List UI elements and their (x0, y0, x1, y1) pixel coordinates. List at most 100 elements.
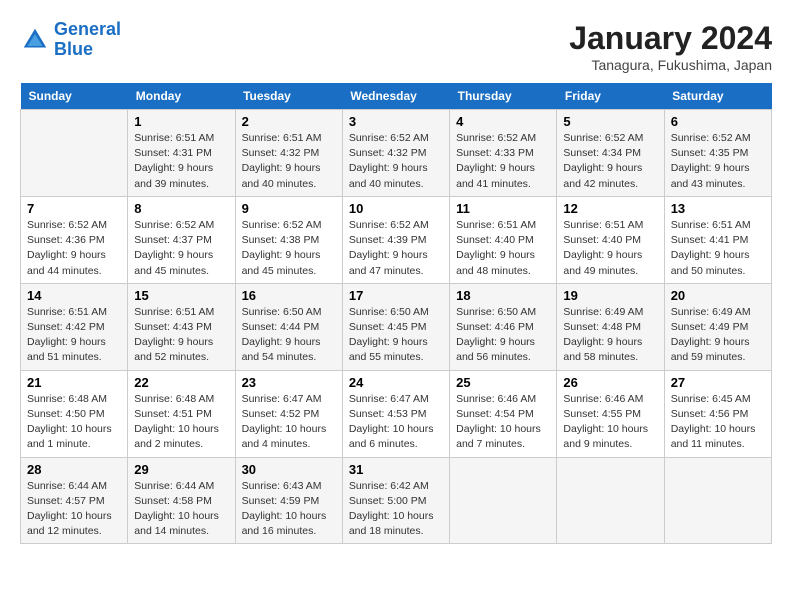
calendar-cell: 5 Sunrise: 6:52 AM Sunset: 4:34 PM Daylig… (557, 110, 664, 197)
day-info: Sunrise: 6:50 AM Sunset: 4:46 PM Dayligh… (456, 305, 550, 366)
day-info: Sunrise: 6:46 AM Sunset: 4:55 PM Dayligh… (563, 392, 657, 453)
week-row-4: 21Sunrise: 6:48 AM Sunset: 4:50 PM Dayli… (21, 370, 772, 457)
day-info: Sunrise: 6:50 AM Sunset: 4:44 PM Dayligh… (242, 305, 336, 366)
day-number: 2 (242, 114, 336, 129)
day-info: Sunrise: 6:52 AM Sunset: 4:32 PM Dayligh… (349, 131, 443, 192)
logo-line2: Blue (54, 39, 93, 59)
day-number: 28 (27, 462, 121, 477)
day-info: Sunrise: 6:44 AM Sunset: 4:58 PM Dayligh… (134, 479, 228, 540)
calendar-cell: 30 Sunrise: 6:43 AM Sunset: 4:59 PM Dayli… (235, 457, 342, 544)
day-info: Sunrise: 6:52 AM Sunset: 4:34 PM Dayligh… (563, 131, 657, 192)
day-header-friday: Friday (557, 83, 664, 110)
location: Tanagura, Fukushima, Japan (569, 57, 772, 73)
day-number: 22 (134, 375, 228, 390)
day-info: Sunrise: 6:49 AM Sunset: 4:49 PM Dayligh… (671, 305, 765, 366)
calendar-cell: 26 Sunrise: 6:46 AM Sunset: 4:55 PM Dayli… (557, 370, 664, 457)
calendar-cell: 9 Sunrise: 6:52 AM Sunset: 4:38 PM Daylig… (235, 196, 342, 283)
day-info: Sunrise: 6:51 AM Sunset: 4:32 PM Dayligh… (242, 131, 336, 192)
week-row-2: 7 Sunrise: 6:52 AM Sunset: 4:36 PM Daylig… (21, 196, 772, 283)
day-info: Sunrise: 6:52 AM Sunset: 4:35 PM Dayligh… (671, 131, 765, 192)
calendar-cell: 18 Sunrise: 6:50 AM Sunset: 4:46 PM Dayli… (450, 283, 557, 370)
calendar-cell: 27Sunrise: 6:45 AM Sunset: 4:56 PM Dayli… (664, 370, 771, 457)
week-row-5: 28 Sunrise: 6:44 AM Sunset: 4:57 PM Dayli… (21, 457, 772, 544)
day-header-saturday: Saturday (664, 83, 771, 110)
day-info: Sunrise: 6:51 AM Sunset: 4:31 PM Dayligh… (134, 131, 228, 192)
calendar-cell (450, 457, 557, 544)
calendar-cell: 29 Sunrise: 6:44 AM Sunset: 4:58 PM Dayli… (128, 457, 235, 544)
day-info: Sunrise: 6:51 AM Sunset: 4:41 PM Dayligh… (671, 218, 765, 279)
day-number: 9 (242, 201, 336, 216)
logo-icon (20, 25, 50, 55)
day-info: Sunrise: 6:52 AM Sunset: 4:36 PM Dayligh… (27, 218, 121, 279)
calendar-cell: 25Sunrise: 6:46 AM Sunset: 4:54 PM Dayli… (450, 370, 557, 457)
day-number: 17 (349, 288, 443, 303)
day-info: Sunrise: 6:52 AM Sunset: 4:33 PM Dayligh… (456, 131, 550, 192)
day-number: 26 (563, 375, 657, 390)
calendar-cell: 2 Sunrise: 6:51 AM Sunset: 4:32 PM Daylig… (235, 110, 342, 197)
day-number: 14 (27, 288, 121, 303)
calendar-cell: 11 Sunrise: 6:51 AM Sunset: 4:40 PM Dayli… (450, 196, 557, 283)
day-number: 5 (563, 114, 657, 129)
day-number: 11 (456, 201, 550, 216)
calendar-cell (664, 457, 771, 544)
week-row-1: 1 Sunrise: 6:51 AM Sunset: 4:31 PM Daylig… (21, 110, 772, 197)
calendar-cell: 20 Sunrise: 6:49 AM Sunset: 4:49 PM Dayli… (664, 283, 771, 370)
calendar-cell: 14 Sunrise: 6:51 AM Sunset: 4:42 PM Dayli… (21, 283, 128, 370)
day-info: Sunrise: 6:51 AM Sunset: 4:40 PM Dayligh… (563, 218, 657, 279)
header: General Blue January 2024 Tanagura, Fuku… (20, 20, 772, 73)
day-number: 29 (134, 462, 228, 477)
calendar-cell: 13Sunrise: 6:51 AM Sunset: 4:41 PM Dayli… (664, 196, 771, 283)
day-header-monday: Monday (128, 83, 235, 110)
day-info: Sunrise: 6:51 AM Sunset: 4:40 PM Dayligh… (456, 218, 550, 279)
day-number: 12 (563, 201, 657, 216)
calendar-cell: 3 Sunrise: 6:52 AM Sunset: 4:32 PM Daylig… (342, 110, 449, 197)
day-number: 18 (456, 288, 550, 303)
day-number: 24 (349, 375, 443, 390)
day-number: 4 (456, 114, 550, 129)
day-number: 20 (671, 288, 765, 303)
calendar-cell: 23Sunrise: 6:47 AM Sunset: 4:52 PM Dayli… (235, 370, 342, 457)
day-number: 15 (134, 288, 228, 303)
day-number: 10 (349, 201, 443, 216)
day-info: Sunrise: 6:42 AM Sunset: 5:00 PM Dayligh… (349, 479, 443, 540)
day-number: 16 (242, 288, 336, 303)
day-info: Sunrise: 6:51 AM Sunset: 4:42 PM Dayligh… (27, 305, 121, 366)
day-header-tuesday: Tuesday (235, 83, 342, 110)
calendar-cell (557, 457, 664, 544)
day-number: 1 (134, 114, 228, 129)
day-number: 21 (27, 375, 121, 390)
calendar-cell: 22Sunrise: 6:48 AM Sunset: 4:51 PM Dayli… (128, 370, 235, 457)
day-info: Sunrise: 6:52 AM Sunset: 4:39 PM Dayligh… (349, 218, 443, 279)
day-info: Sunrise: 6:43 AM Sunset: 4:59 PM Dayligh… (242, 479, 336, 540)
logo: General Blue (20, 20, 121, 60)
day-info: Sunrise: 6:52 AM Sunset: 4:37 PM Dayligh… (134, 218, 228, 279)
calendar-cell: 12 Sunrise: 6:51 AM Sunset: 4:40 PM Dayli… (557, 196, 664, 283)
calendar-cell: 1 Sunrise: 6:51 AM Sunset: 4:31 PM Daylig… (128, 110, 235, 197)
calendar-header-row: SundayMondayTuesdayWednesdayThursdayFrid… (21, 83, 772, 110)
day-header-thursday: Thursday (450, 83, 557, 110)
calendar-cell: 17Sunrise: 6:50 AM Sunset: 4:45 PM Dayli… (342, 283, 449, 370)
calendar-cell: 19Sunrise: 6:49 AM Sunset: 4:48 PM Dayli… (557, 283, 664, 370)
day-number: 3 (349, 114, 443, 129)
calendar-cell: 24Sunrise: 6:47 AM Sunset: 4:53 PM Dayli… (342, 370, 449, 457)
calendar-cell (21, 110, 128, 197)
day-info: Sunrise: 6:46 AM Sunset: 4:54 PM Dayligh… (456, 392, 550, 453)
calendar-cell: 31 Sunrise: 6:42 AM Sunset: 5:00 PM Dayli… (342, 457, 449, 544)
week-row-3: 14 Sunrise: 6:51 AM Sunset: 4:42 PM Dayli… (21, 283, 772, 370)
day-number: 7 (27, 201, 121, 216)
day-number: 19 (563, 288, 657, 303)
calendar-cell: 21Sunrise: 6:48 AM Sunset: 4:50 PM Dayli… (21, 370, 128, 457)
day-number: 31 (349, 462, 443, 477)
logo-line1: General (54, 19, 121, 39)
day-number: 30 (242, 462, 336, 477)
calendar-cell: 7 Sunrise: 6:52 AM Sunset: 4:36 PM Daylig… (21, 196, 128, 283)
logo-text: General Blue (54, 20, 121, 60)
day-info: Sunrise: 6:52 AM Sunset: 4:38 PM Dayligh… (242, 218, 336, 279)
calendar-cell: 15 Sunrise: 6:51 AM Sunset: 4:43 PM Dayli… (128, 283, 235, 370)
calendar-cell: 6Sunrise: 6:52 AM Sunset: 4:35 PM Daylig… (664, 110, 771, 197)
day-info: Sunrise: 6:44 AM Sunset: 4:57 PM Dayligh… (27, 479, 121, 540)
day-info: Sunrise: 6:51 AM Sunset: 4:43 PM Dayligh… (134, 305, 228, 366)
calendar-cell: 10 Sunrise: 6:52 AM Sunset: 4:39 PM Dayli… (342, 196, 449, 283)
calendar-cell: 4 Sunrise: 6:52 AM Sunset: 4:33 PM Daylig… (450, 110, 557, 197)
day-header-sunday: Sunday (21, 83, 128, 110)
